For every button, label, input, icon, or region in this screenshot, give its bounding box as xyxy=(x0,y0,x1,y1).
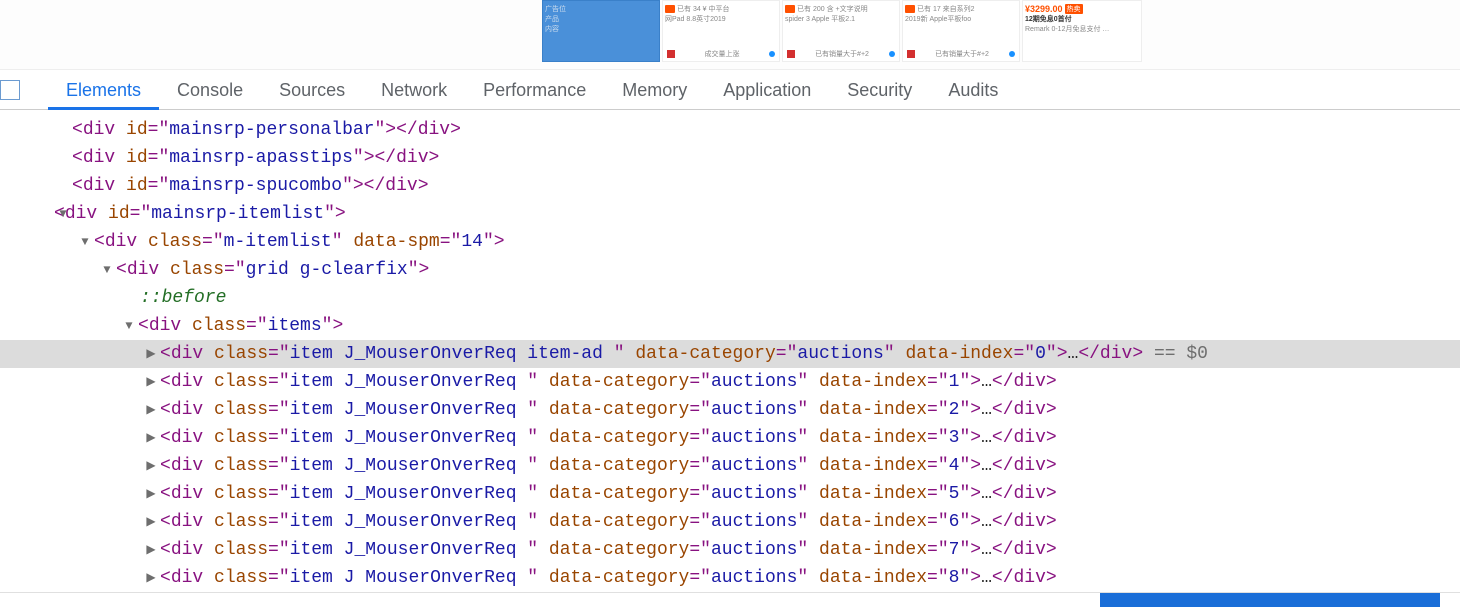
dot-icon xyxy=(667,50,675,58)
product-card-featured[interactable]: ¥3299.00热卖 12期免息0首付 Remark 0-12月免息支付 … xyxy=(1022,0,1142,62)
product-card-selected[interactable]: 广告位 产品 内容 xyxy=(542,0,660,62)
product-card[interactable]: 已有 200 含 +文字说明 spider 3 Apple 平板2.1 已有销量… xyxy=(782,0,900,62)
devtools-footer xyxy=(0,592,1460,606)
dot-icon xyxy=(889,51,895,57)
product-card[interactable]: 已有 34 ¥ 中平台 网Pad 8.8英寸2019 成交量上涨 xyxy=(662,0,780,62)
card-text: 已有 17 来自系列2 xyxy=(917,4,975,14)
tab-sources[interactable]: Sources xyxy=(261,70,363,110)
dom-node[interactable]: <div id="mainsrp-spucombo"></div> xyxy=(0,172,1460,200)
rendered-page-preview: 广告位 产品 内容 已有 34 ¥ 中平台 网Pad 8.8英寸2019 成交量… xyxy=(0,0,1460,70)
dom-node[interactable]: ▼<div class="items"> xyxy=(0,312,1460,340)
disclosure-triangle-icon[interactable]: ▼ xyxy=(78,228,92,256)
tab-elements[interactable]: Elements xyxy=(48,70,159,110)
tab-network[interactable]: Network xyxy=(363,70,465,110)
product-card[interactable]: 已有 17 来自系列2 2019新 Apple平板foo 已有销量大于#+2 xyxy=(902,0,1020,62)
tab-performance[interactable]: Performance xyxy=(465,70,604,110)
card-text: 广告位 xyxy=(545,4,566,14)
card-foot: 成交量上涨 xyxy=(705,49,740,59)
disclosure-triangle-icon[interactable]: ▶ xyxy=(144,340,158,368)
dom-tree[interactable]: <div id="mainsrp-personalbar"></div> <di… xyxy=(0,110,1460,592)
dom-node[interactable]: ▶<div class="item J_MouserOnverReq " dat… xyxy=(0,396,1460,424)
dom-node[interactable]: ▶<div class="item J_MouserOnverReq " dat… xyxy=(0,508,1460,536)
dom-node[interactable]: ▼<div class="m-itemlist" data-spm="14"> xyxy=(0,228,1460,256)
dom-node[interactable]: <div id="mainsrp-apasstips"></div> xyxy=(0,144,1460,172)
dom-node-selected[interactable]: ▶<div class="item J_MouserOnverReq item-… xyxy=(0,340,1460,368)
dom-pseudo[interactable]: ::before xyxy=(0,284,1460,312)
disclosure-triangle-icon[interactable]: ▶ xyxy=(144,564,158,592)
dom-node[interactable]: ▶<div class="item J_MouserOnverReq " dat… xyxy=(0,452,1460,480)
dot-icon xyxy=(787,50,795,58)
badge-icon xyxy=(665,5,675,13)
inspect-element-icon[interactable] xyxy=(0,80,20,100)
card-title: 12期免息0首付 xyxy=(1025,14,1072,24)
disclosure-triangle-icon[interactable]: ▶ xyxy=(144,536,158,564)
card-text: 产品 xyxy=(545,14,559,24)
dom-node[interactable]: ▶<div class="item J_MouserOnverReq " dat… xyxy=(0,368,1460,396)
card-foot: 已有销量大于#+2 xyxy=(815,49,869,59)
tab-memory[interactable]: Memory xyxy=(604,70,705,110)
tab-security[interactable]: Security xyxy=(829,70,930,110)
dom-node[interactable]: <div id="mainsrp-personalbar"></div> xyxy=(0,116,1460,144)
product-strip: 广告位 产品 内容 已有 34 ¥ 中平台 网Pad 8.8英寸2019 成交量… xyxy=(542,0,1142,66)
disclosure-triangle-icon[interactable]: ▶ xyxy=(144,508,158,536)
badge-icon xyxy=(905,5,915,13)
disclosure-triangle-icon[interactable]: ▼ xyxy=(56,200,70,228)
footer-highlight xyxy=(1100,593,1440,607)
card-text: 2019新 Apple平板foo xyxy=(905,14,971,24)
disclosure-triangle-icon[interactable]: ▶ xyxy=(144,480,158,508)
tab-application[interactable]: Application xyxy=(705,70,829,110)
card-text: 已有 34 ¥ 中平台 xyxy=(677,4,730,14)
dom-node[interactable]: ▼<div id="mainsrp-itemlist"> xyxy=(0,200,1460,228)
disclosure-triangle-icon[interactable]: ▶ xyxy=(144,424,158,452)
disclosure-triangle-icon[interactable]: ▶ xyxy=(144,396,158,424)
price-text: ¥3299.00 xyxy=(1025,4,1063,14)
dom-node[interactable]: ▶<div class="item J_MouserOnverReq " dat… xyxy=(0,424,1460,452)
dot-icon xyxy=(1009,51,1015,57)
card-text: 网Pad 8.8英寸2019 xyxy=(665,14,726,24)
disclosure-triangle-icon[interactable]: ▶ xyxy=(144,452,158,480)
card-sub: Remark 0-12月免息支付 … xyxy=(1025,24,1109,34)
badge-icon xyxy=(785,5,795,13)
devtools-tabbar: Elements Console Sources Network Perform… xyxy=(0,70,1460,110)
dom-node[interactable]: ▶<div class="item J MouserOnverReq " dat… xyxy=(0,564,1460,592)
card-text: 已有 200 含 +文字说明 xyxy=(797,4,868,14)
dom-node[interactable]: ▶<div class="item J_MouserOnverReq " dat… xyxy=(0,480,1460,508)
tab-audits[interactable]: Audits xyxy=(930,70,1016,110)
dom-node[interactable]: ▼<div class="grid g-clearfix"> xyxy=(0,256,1460,284)
disclosure-triangle-icon[interactable]: ▼ xyxy=(122,312,136,340)
dom-node[interactable]: ▶<div class="item J_MouserOnverReq " dat… xyxy=(0,536,1460,564)
disclosure-triangle-icon[interactable]: ▶ xyxy=(144,368,158,396)
tab-console[interactable]: Console xyxy=(159,70,261,110)
dot-icon xyxy=(769,51,775,57)
card-text: 内容 xyxy=(545,24,559,34)
disclosure-triangle-icon[interactable]: ▼ xyxy=(100,256,114,284)
card-foot: 已有销量大于#+2 xyxy=(935,49,989,59)
card-text: spider 3 Apple 平板2.1 xyxy=(785,14,855,24)
dot-icon xyxy=(907,50,915,58)
hot-badge: 热卖 xyxy=(1065,4,1083,14)
